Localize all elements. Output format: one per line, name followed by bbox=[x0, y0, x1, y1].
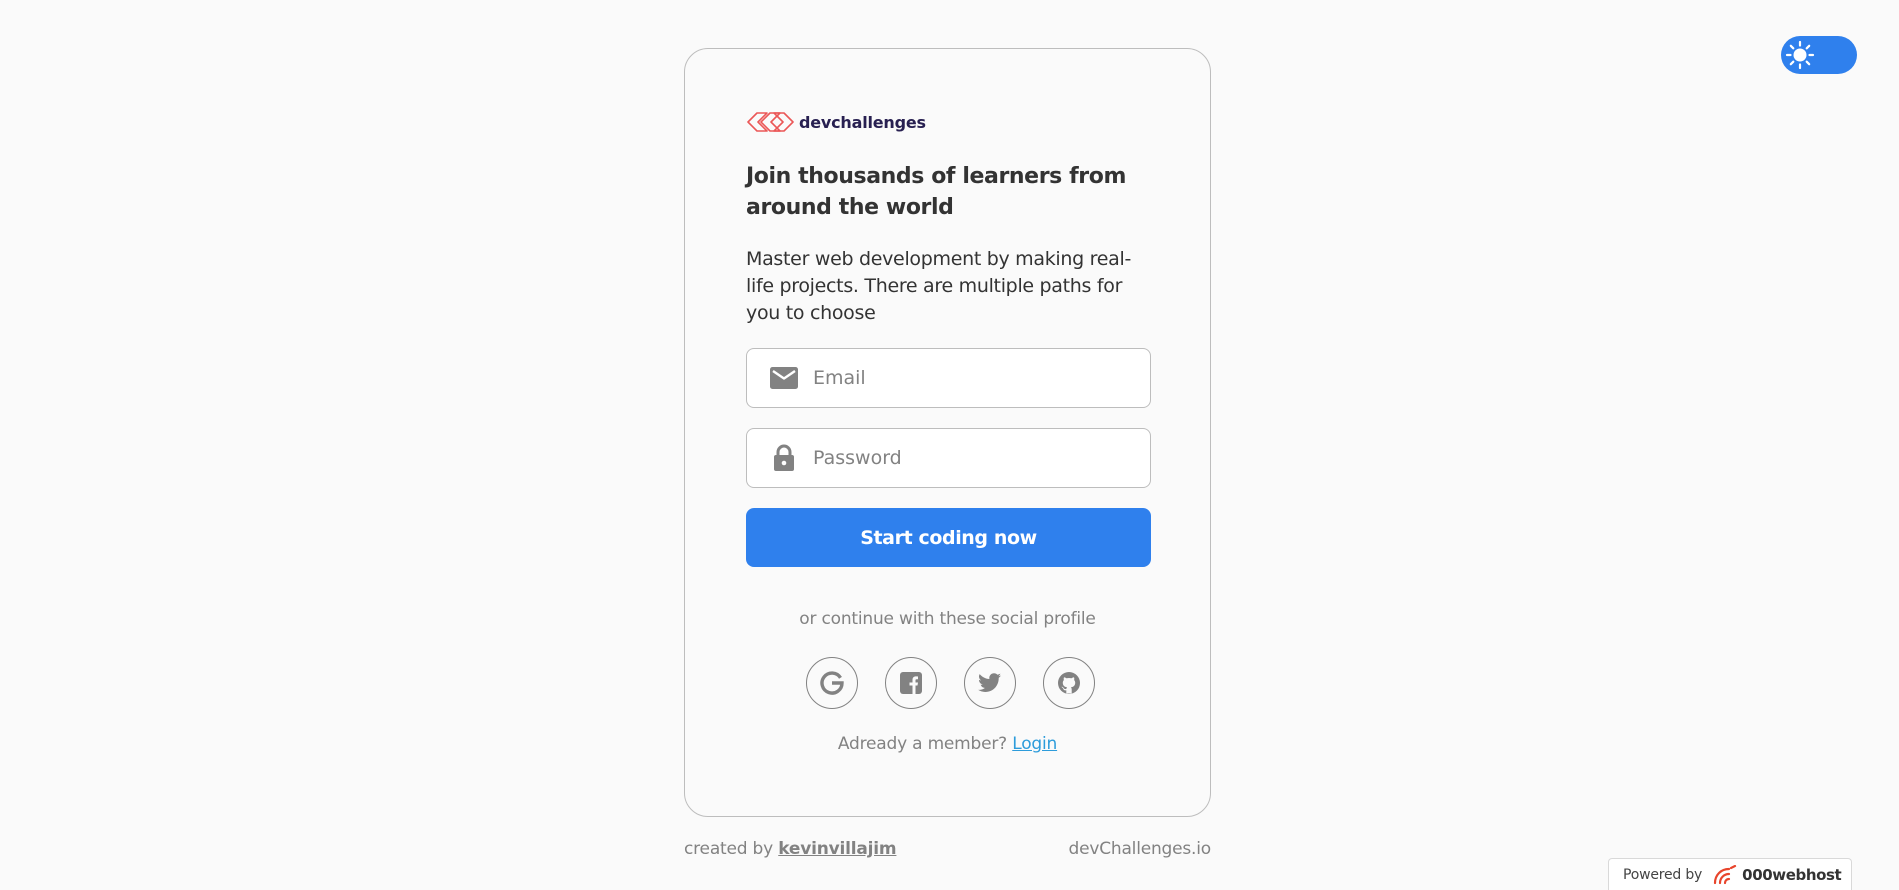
twitter-icon bbox=[978, 673, 1001, 692]
twitter-login-button[interactable] bbox=[964, 657, 1016, 709]
email-input[interactable] bbox=[813, 358, 1133, 398]
social-caption: or continue with these social profile bbox=[799, 609, 1096, 629]
mail-icon bbox=[769, 363, 799, 393]
page-subtitle: Master web development by making real-li… bbox=[746, 248, 1132, 324]
github-icon bbox=[1058, 672, 1080, 694]
github-login-button[interactable] bbox=[1043, 657, 1095, 709]
social-login-row bbox=[806, 657, 1095, 709]
google-icon bbox=[820, 671, 844, 695]
powered-by-brand: 000webhost bbox=[1742, 865, 1842, 884]
powered-by-label: Powered by bbox=[1623, 866, 1703, 883]
created-by-text: created by bbox=[684, 839, 774, 859]
facebook-login-button[interactable] bbox=[885, 657, 937, 709]
sun-icon bbox=[1785, 40, 1815, 70]
facebook-icon bbox=[900, 672, 922, 694]
login-link[interactable]: Login bbox=[1012, 734, 1057, 754]
google-login-button[interactable] bbox=[806, 657, 858, 709]
member-text: Adready a member? bbox=[837, 734, 1008, 754]
email-field[interactable] bbox=[746, 348, 1151, 408]
member-prompt: Adready a member? Login bbox=[685, 734, 1210, 754]
footer-credit: created by kevinvillajim bbox=[684, 839, 897, 859]
theme-toggle[interactable] bbox=[1781, 36, 1857, 74]
webhost-logo-icon bbox=[1712, 864, 1738, 885]
brand-logo: devchallenges bbox=[746, 109, 926, 135]
page-title: Join thousands of learners from around t… bbox=[746, 164, 1126, 220]
password-input[interactable] bbox=[813, 438, 1133, 478]
password-field[interactable] bbox=[746, 428, 1151, 488]
brand-name: devchallenges bbox=[799, 112, 926, 132]
powered-by-badge[interactable]: Powered by 000webhost bbox=[1608, 858, 1852, 890]
footer-site: devChallenges.io bbox=[1068, 839, 1212, 859]
author-link[interactable]: kevinvillajim bbox=[778, 839, 896, 859]
devchallenges-logo-icon bbox=[747, 112, 794, 132]
lock-icon bbox=[769, 443, 799, 473]
signup-card: devchallenges Join thousands of learners… bbox=[684, 48, 1211, 817]
start-coding-button[interactable]: Start coding now bbox=[746, 508, 1151, 567]
